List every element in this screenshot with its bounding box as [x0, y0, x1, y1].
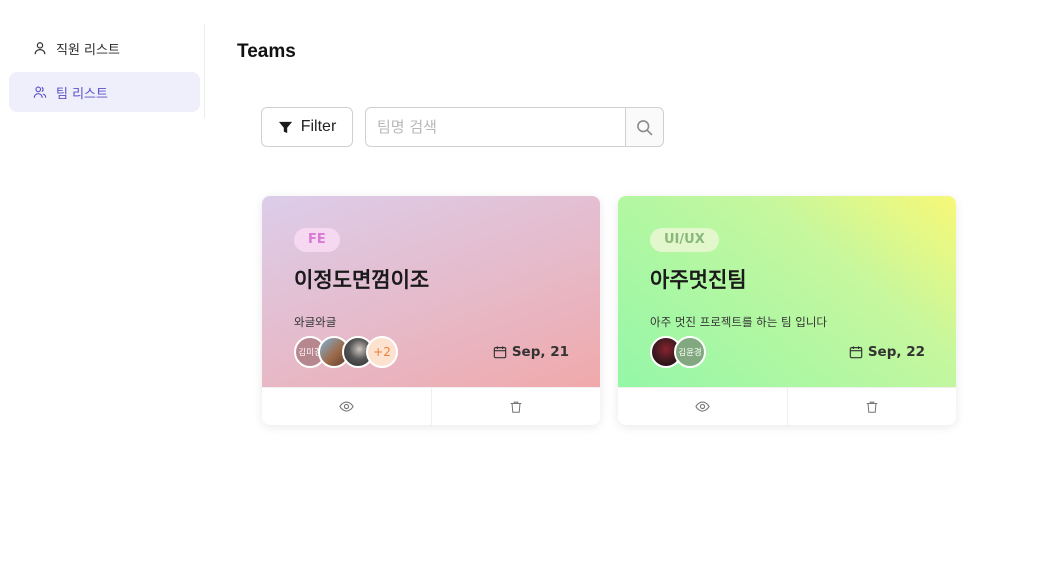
page-title: Teams [237, 41, 296, 62]
calendar-icon [849, 345, 863, 359]
avatar: 김윤경 [674, 336, 706, 368]
sidebar-item-label: 팀 리스트 [56, 86, 108, 102]
team-tag: FE [294, 228, 340, 252]
search-button[interactable] [625, 107, 664, 147]
sidebar-item-employees[interactable]: 직원 리스트 [9, 28, 200, 68]
team-date-text: Sep, 21 [511, 344, 569, 360]
filter-icon [278, 120, 293, 135]
team-card[interactable]: FE 이정도면껌이조 와글와글 김미경 +2 Sep, 21 [262, 196, 600, 425]
team-card-body: UI/UX 아주멋진팀 아주 멋진 프로젝트를 하는 팀 입니다 김윤경 Sep… [618, 196, 956, 387]
team-name: 이정도면껌이조 [294, 268, 430, 292]
team-description: 아주 멋진 프로젝트를 하는 팀 입니다 [650, 315, 827, 329]
delete-button[interactable] [430, 388, 601, 425]
more-members-badge: +2 [366, 336, 398, 368]
user-icon [33, 41, 47, 55]
team-date-text: Sep, 22 [867, 344, 925, 360]
team-date: Sep, 22 [849, 344, 925, 360]
team-card[interactable]: UI/UX 아주멋진팀 아주 멋진 프로젝트를 하는 팀 입니다 김윤경 Sep… [618, 196, 956, 425]
card-actions [618, 387, 956, 425]
trash-icon [509, 400, 523, 414]
team-card-body: FE 이정도면껌이조 와글와글 김미경 +2 Sep, 21 [262, 196, 600, 387]
search-bar [365, 107, 664, 147]
team-icon [33, 85, 47, 99]
team-description: 와글와글 [294, 315, 337, 329]
sidebar-item-teams[interactable]: 팀 리스트 [9, 72, 200, 112]
delete-button[interactable] [786, 388, 957, 425]
member-avatars: 김윤경 [650, 336, 706, 368]
card-actions [262, 387, 600, 425]
team-name: 아주멋진팀 [650, 268, 747, 292]
view-button[interactable] [262, 388, 431, 425]
team-tag: UI/UX [650, 228, 719, 252]
filter-button-label: Filter [300, 118, 337, 135]
filter-button[interactable]: Filter [261, 107, 353, 147]
calendar-icon [493, 345, 507, 359]
search-icon [636, 119, 653, 136]
trash-icon [865, 400, 879, 414]
view-button[interactable] [618, 388, 787, 425]
sidebar: 직원 리스트 팀 리스트 [0, 24, 205, 118]
eye-icon [695, 399, 710, 414]
sidebar-item-label: 직원 리스트 [56, 42, 120, 58]
search-input[interactable] [365, 107, 625, 147]
eye-icon [339, 399, 354, 414]
team-date: Sep, 21 [493, 344, 569, 360]
member-avatars: 김미경 +2 [294, 336, 398, 368]
